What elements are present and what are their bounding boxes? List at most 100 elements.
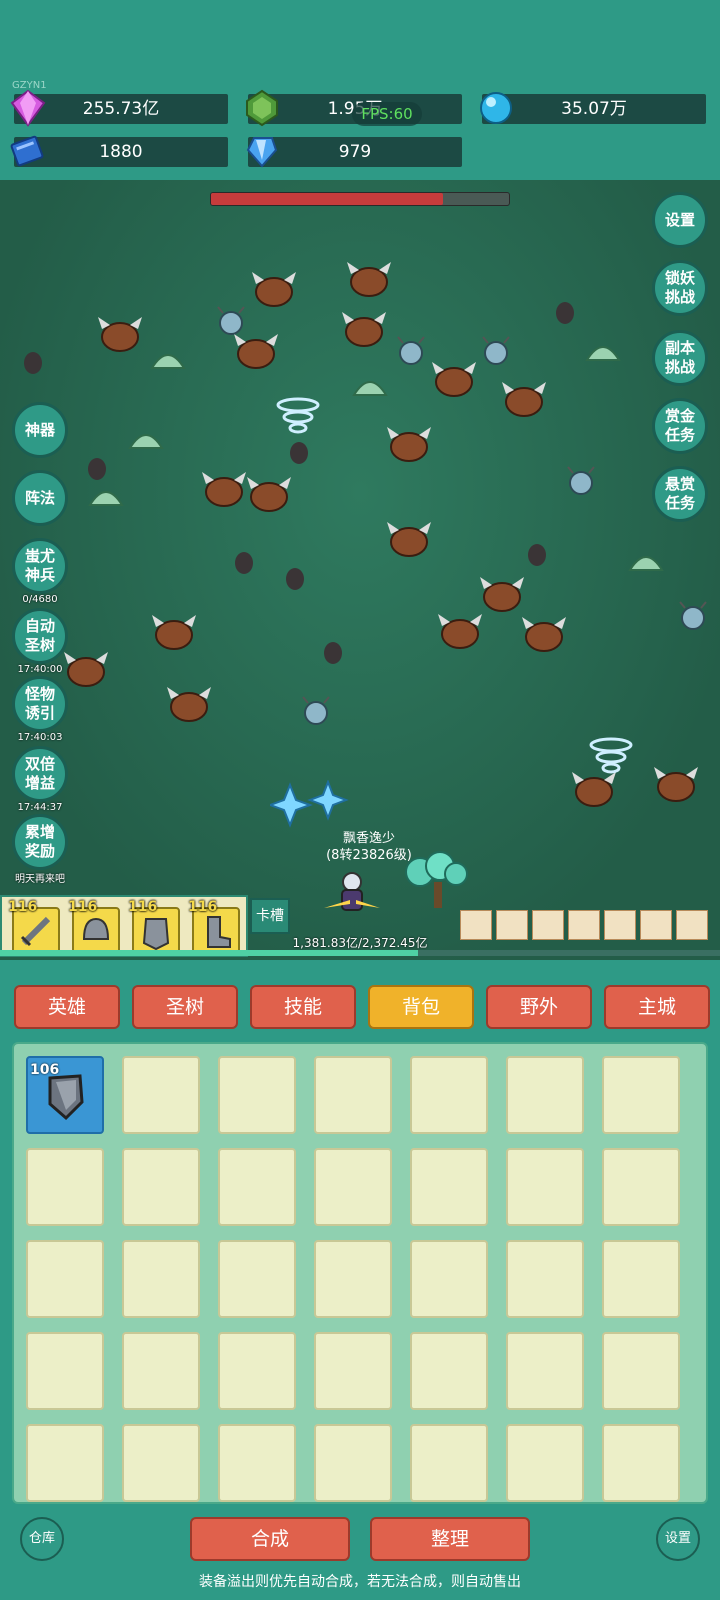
inventory-slot-empty[interactable] bbox=[314, 1148, 392, 1226]
monster-sprite bbox=[345, 260, 393, 304]
inventory-slot-empty[interactable] bbox=[218, 1056, 296, 1134]
monster-sprite bbox=[250, 270, 298, 314]
warehouse-button[interactable]: 仓库 bbox=[20, 1517, 64, 1561]
demon-lock-challenge-button[interactable]: 锁妖 挑战 bbox=[652, 260, 708, 316]
inventory-slot-empty[interactable] bbox=[602, 1424, 680, 1502]
tornado-effect bbox=[275, 395, 321, 443]
holy-tree-sprite bbox=[400, 850, 472, 914]
inventory-slot-empty[interactable] bbox=[602, 1332, 680, 1410]
inventory-item-level: 106 bbox=[30, 1062, 60, 1078]
settings-button-label: 设置 bbox=[664, 210, 695, 229]
inventory-slot-empty[interactable] bbox=[122, 1148, 200, 1226]
ghost-sprite bbox=[480, 335, 512, 371]
tab-5[interactable]: 主城 bbox=[604, 985, 710, 1029]
resource-book: 1880 bbox=[10, 135, 228, 167]
inventory-item[interactable]: 106 bbox=[26, 1056, 104, 1134]
monster-lure-button[interactable]: 怪物 诱引 bbox=[12, 676, 68, 732]
reward-task-button[interactable]: 悬赏 任务 bbox=[652, 466, 708, 522]
inventory-slot-empty[interactable] bbox=[122, 1332, 200, 1410]
inventory-slot-empty[interactable] bbox=[506, 1332, 584, 1410]
inventory-slot-empty[interactable] bbox=[218, 1332, 296, 1410]
inventory-slot-empty[interactable] bbox=[122, 1424, 200, 1502]
artifact-label: 神器 bbox=[24, 420, 55, 439]
equip-slot-level: 116 bbox=[68, 899, 98, 915]
slime-sprite bbox=[128, 428, 164, 454]
inventory-slot-empty[interactable] bbox=[506, 1056, 584, 1134]
ghost-sprite bbox=[565, 465, 597, 501]
blue-orb-icon bbox=[480, 92, 512, 124]
auto-holy-tree-label: 自动 圣树 bbox=[24, 617, 55, 654]
boss-hp-fill bbox=[211, 193, 444, 205]
dark-drop-sprite bbox=[556, 302, 574, 324]
inventory-slot-empty[interactable] bbox=[410, 1424, 488, 1502]
inventory-slot-empty[interactable] bbox=[26, 1148, 104, 1226]
monster-sprite bbox=[430, 360, 478, 404]
dungeon-challenge-button[interactable]: 副本 挑战 bbox=[652, 330, 708, 386]
dark-drop-sprite bbox=[286, 568, 304, 590]
tab-3[interactable]: 背包 bbox=[368, 985, 474, 1029]
inventory-slot-empty[interactable] bbox=[314, 1056, 392, 1134]
artifact-button[interactable]: 神器 bbox=[12, 402, 68, 458]
inventory-slot-empty[interactable] bbox=[506, 1148, 584, 1226]
inventory-slot-empty[interactable] bbox=[314, 1424, 392, 1502]
inventory-slot-empty[interactable] bbox=[410, 1332, 488, 1410]
settings-button[interactable]: 设置 bbox=[652, 192, 708, 248]
experience-text: 1,381.83亿/2,372.45亿 bbox=[292, 936, 428, 950]
inventory-slot-empty[interactable] bbox=[26, 1332, 104, 1410]
resource-diamond-value: 255.73亿 bbox=[82, 99, 160, 119]
slime-sprite bbox=[628, 550, 664, 576]
merge-button[interactable]: 合成 bbox=[190, 1517, 350, 1561]
inventory-slot-empty[interactable] bbox=[314, 1240, 392, 1318]
inventory-slot-empty[interactable] bbox=[410, 1240, 488, 1318]
monster-sprite bbox=[96, 315, 144, 359]
monster-sprite bbox=[245, 475, 293, 519]
card-slot-button[interactable]: 卡槽 bbox=[250, 898, 290, 934]
tab-2[interactable]: 技能 bbox=[250, 985, 356, 1029]
inventory-slot-empty[interactable] bbox=[218, 1424, 296, 1502]
inventory-slot-empty[interactable] bbox=[506, 1240, 584, 1318]
inventory-slot-empty[interactable] bbox=[410, 1056, 488, 1134]
inventory-slot-empty[interactable] bbox=[26, 1240, 104, 1318]
bottom-bar: 仓库 合成 整理 设置 装备溢出则优先自动合成，若无法合成，则自动售出 bbox=[0, 1505, 720, 1600]
auto-holy-tree-button[interactable]: 自动 圣树 bbox=[12, 608, 68, 664]
double-buff-timer: 17:44:37 bbox=[17, 802, 63, 813]
battle-field[interactable]: 设置 锁妖 挑战 副本 挑战 赏金 任务 悬赏 任务 神器 阵法 蚩尤 神兵 0… bbox=[0, 180, 720, 960]
ghost-sprite bbox=[300, 695, 332, 731]
monster-sprite bbox=[478, 575, 526, 619]
blue-crystal-icon bbox=[246, 137, 278, 168]
formation-button[interactable]: 阵法 bbox=[12, 470, 68, 526]
inventory-slot-empty[interactable] bbox=[122, 1056, 200, 1134]
inventory-slot-empty[interactable] bbox=[26, 1424, 104, 1502]
monster-sprite bbox=[385, 425, 433, 469]
dark-drop-sprite bbox=[88, 458, 106, 480]
player-name: 飘香逸少 bbox=[342, 831, 395, 846]
double-buff-button[interactable]: 双倍 增益 bbox=[12, 746, 68, 802]
inventory-slot-empty[interactable] bbox=[602, 1240, 680, 1318]
inventory-settings-button[interactable]: 设置 bbox=[656, 1517, 700, 1561]
inventory-slot-empty[interactable] bbox=[602, 1148, 680, 1226]
dark-drop-sprite bbox=[528, 544, 546, 566]
cumulative-reward-label: 累增 奖励 bbox=[24, 823, 55, 860]
inventory-slot-empty[interactable] bbox=[602, 1056, 680, 1134]
inventory-slot-empty[interactable] bbox=[410, 1148, 488, 1226]
inventory-slot-empty[interactable] bbox=[218, 1148, 296, 1226]
tab-1[interactable]: 圣树 bbox=[132, 985, 238, 1029]
inventory-slot-empty[interactable] bbox=[314, 1332, 392, 1410]
dark-drop-sprite bbox=[290, 442, 308, 464]
inventory-slot-empty[interactable] bbox=[122, 1240, 200, 1318]
monster-sprite bbox=[436, 612, 484, 656]
auto-merge-tip: 装备溢出则优先自动合成，若无法合成，则自动售出 bbox=[199, 1574, 521, 1590]
cumulative-reward-button[interactable]: 累增 奖励 bbox=[12, 814, 68, 870]
sort-button[interactable]: 整理 bbox=[370, 1517, 530, 1561]
inventory-slot-empty[interactable] bbox=[506, 1424, 584, 1502]
tab-4[interactable]: 野外 bbox=[486, 985, 592, 1029]
ghost-sprite bbox=[677, 600, 709, 636]
fps-counter: FPS:60 bbox=[352, 102, 422, 126]
tab-0[interactable]: 英雄 bbox=[14, 985, 120, 1029]
gold-bounty-task-button[interactable]: 赏金 任务 bbox=[652, 398, 708, 454]
resource-crystal-value: 979 bbox=[338, 142, 372, 162]
inventory-slot-empty[interactable] bbox=[218, 1240, 296, 1318]
slime-sprite bbox=[585, 340, 621, 366]
chiyou-weapon-button[interactable]: 蚩尤 神兵 bbox=[12, 538, 68, 594]
monster-sprite bbox=[340, 310, 388, 354]
